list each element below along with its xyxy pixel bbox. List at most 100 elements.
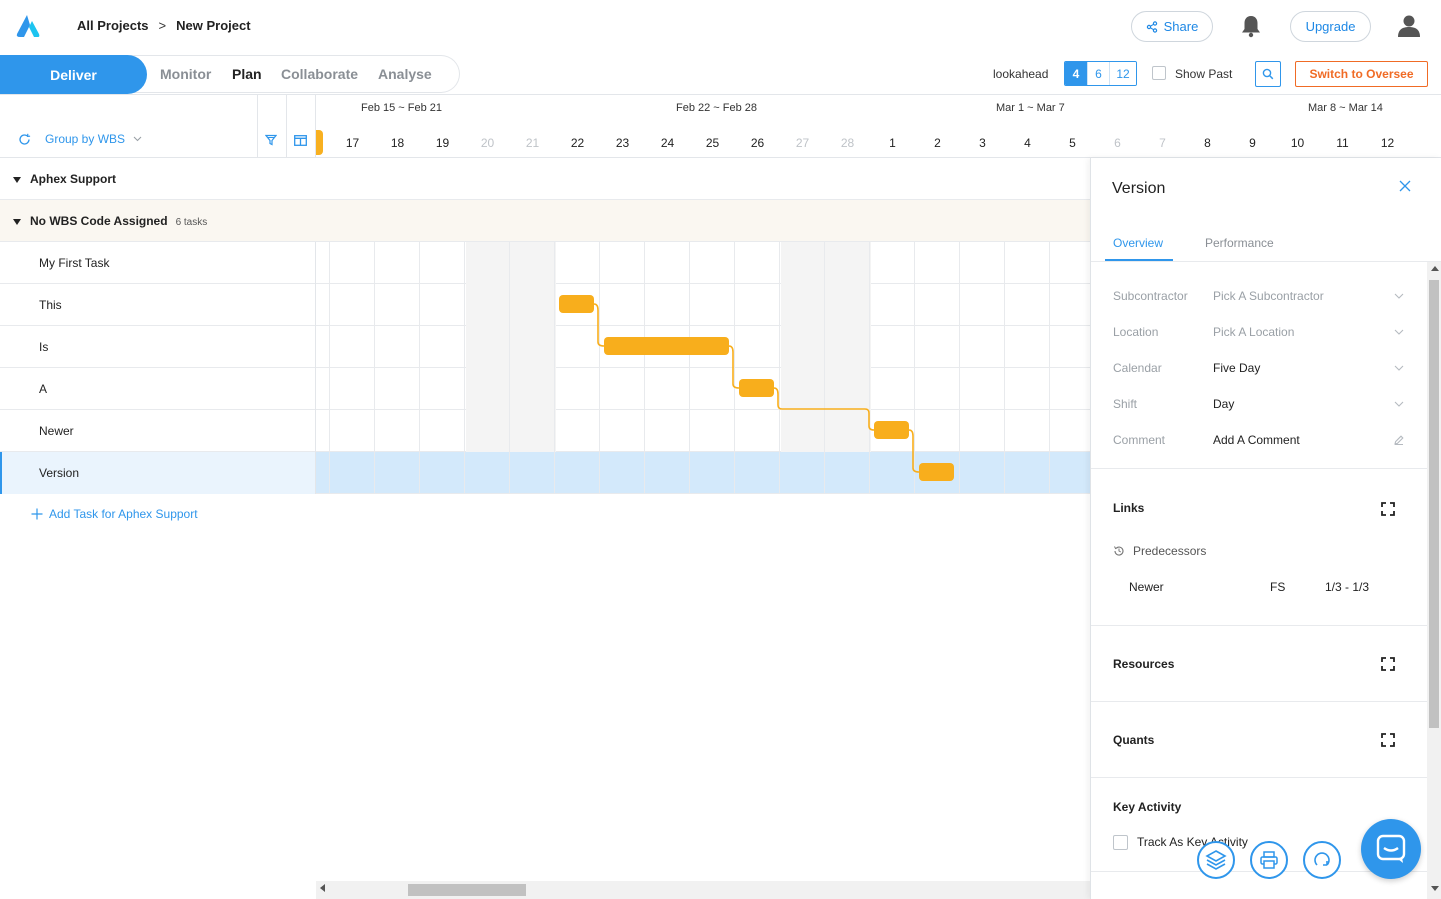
day-label: 4 xyxy=(1024,136,1031,150)
chevron-down-icon[interactable] xyxy=(1394,363,1404,373)
nav-deliver[interactable]: Deliver xyxy=(0,55,147,94)
layers-button[interactable] xyxy=(1197,841,1235,879)
notification-bell-icon[interactable] xyxy=(1240,14,1262,38)
share-label: Share xyxy=(1163,19,1199,34)
upgrade-button[interactable]: Upgrade xyxy=(1290,11,1371,42)
project-group-row[interactable]: Aphex Support xyxy=(0,158,1090,200)
task-detail-panel: Version Overview Performance Subcontract… xyxy=(1090,158,1441,899)
track-key-activity-label[interactable]: Track As Key Activity xyxy=(1137,835,1248,849)
tabs-divider xyxy=(1091,261,1441,262)
nav-plan[interactable]: Plan xyxy=(232,66,262,82)
selected-task-label[interactable]: Version xyxy=(39,466,79,480)
dependency-link xyxy=(908,429,920,473)
field-value[interactable]: Add A Comment xyxy=(1213,433,1300,447)
nav-monitor[interactable]: Monitor xyxy=(160,66,211,82)
show-past-label[interactable]: Show Past xyxy=(1175,67,1232,81)
panel-title: Version xyxy=(1112,180,1166,197)
task-name: Newer xyxy=(39,424,74,438)
breadcrumb: All Projects > New Project xyxy=(77,18,251,33)
lookahead-label: lookahead xyxy=(993,67,1049,81)
dependency-links xyxy=(593,303,920,473)
predecessor-type[interactable]: FS xyxy=(1270,580,1285,594)
quants-title: Quants xyxy=(1113,733,1155,747)
expand-icon[interactable] xyxy=(1381,502,1395,516)
links-title: Links xyxy=(1113,501,1145,515)
day-label: 25 xyxy=(705,136,720,150)
task-name: This xyxy=(39,298,62,312)
resources-title: Resources xyxy=(1113,657,1175,671)
nav-analyse[interactable]: Analyse xyxy=(378,66,432,82)
project-name: Aphex Support xyxy=(30,172,116,186)
section-divider xyxy=(1091,468,1427,469)
section-divider xyxy=(1091,625,1427,626)
chevron-down-icon[interactable] xyxy=(1394,399,1404,409)
predecessor-task[interactable]: Newer xyxy=(1129,580,1164,594)
day-label: 21 xyxy=(525,136,540,150)
show-past-checkbox[interactable] xyxy=(1152,66,1166,80)
field-label: Comment xyxy=(1113,433,1166,447)
close-icon[interactable] xyxy=(1399,180,1411,192)
print-button[interactable] xyxy=(1250,841,1288,879)
day-label: 9 xyxy=(1249,136,1256,150)
field-value[interactable]: Day xyxy=(1213,397,1234,411)
columns-icon[interactable] xyxy=(294,135,307,146)
add-task-button[interactable]: Add Task for Aphex Support xyxy=(31,507,198,521)
lookahead-option-4[interactable]: 4 xyxy=(1065,62,1087,85)
task-name: Is xyxy=(39,340,49,354)
filter-icon[interactable] xyxy=(265,134,277,146)
upgrade-label: Upgrade xyxy=(1305,19,1356,34)
pencil-icon[interactable] xyxy=(1394,435,1404,445)
scroll-up-arrow-icon[interactable] xyxy=(1431,266,1439,271)
share-icon xyxy=(1146,20,1157,33)
vertical-scrollbar-thumb[interactable] xyxy=(1429,280,1439,728)
week-label: Feb 15 ~ Feb 21 xyxy=(361,102,443,114)
day-label: 8 xyxy=(1204,136,1211,150)
printer-icon xyxy=(1260,851,1278,869)
day-label: 22 xyxy=(570,136,585,150)
day-label: 7 xyxy=(1159,136,1166,150)
field-label: Shift xyxy=(1113,397,1138,411)
tab-overview[interactable]: Overview xyxy=(1113,236,1163,250)
user-avatar-icon[interactable] xyxy=(1397,14,1421,38)
plus-icon xyxy=(31,508,43,520)
switch-to-oversee-label: Switch to Oversee xyxy=(1309,67,1414,81)
wbs-group-label: No WBS Code Assigned 6 tasks xyxy=(13,214,207,228)
day-label: 6 xyxy=(1114,136,1121,150)
collapse-triangle-icon[interactable] xyxy=(13,218,21,225)
breadcrumb-project[interactable]: New Project xyxy=(176,18,250,33)
scroll-left-arrow-icon[interactable] xyxy=(320,884,325,892)
app-logo-icon[interactable] xyxy=(14,14,40,38)
switch-to-oversee-button[interactable]: Switch to Oversee xyxy=(1295,61,1428,87)
breadcrumb-separator: > xyxy=(158,18,167,33)
chat-button[interactable] xyxy=(1361,819,1421,879)
field-value[interactable]: Pick A Subcontractor xyxy=(1213,289,1324,303)
nav-collaborate[interactable]: Collaborate xyxy=(281,66,358,82)
horizontal-scrollbar-thumb[interactable] xyxy=(408,884,526,896)
task-name: My First Task xyxy=(39,256,110,270)
lookahead-option-6[interactable]: 6 xyxy=(1087,62,1109,85)
search-button[interactable] xyxy=(1255,61,1281,87)
share-button[interactable]: Share xyxy=(1131,11,1213,42)
day-label: 24 xyxy=(660,136,675,150)
expand-icon[interactable] xyxy=(1381,733,1395,747)
chevron-down-icon[interactable] xyxy=(1394,291,1404,301)
refresh-button[interactable] xyxy=(1303,841,1341,879)
tab-performance[interactable]: Performance xyxy=(1205,236,1274,250)
group-by-selector[interactable]: Group by WBS xyxy=(18,132,142,146)
expand-icon[interactable] xyxy=(1381,657,1395,671)
week-label: Feb 22 ~ Feb 28 xyxy=(676,102,758,114)
wbs-group-row[interactable]: No WBS Code Assigned 6 tasks xyxy=(0,200,1090,242)
scroll-down-arrow-icon[interactable] xyxy=(1431,886,1439,891)
chevron-down-icon[interactable] xyxy=(1394,327,1404,337)
track-key-activity-checkbox[interactable] xyxy=(1113,835,1128,850)
dependency-link xyxy=(728,345,740,389)
group-by-label: Group by WBS xyxy=(45,132,126,146)
collapse-triangle-icon[interactable] xyxy=(13,176,21,183)
lookahead-option-12[interactable]: 12 xyxy=(1109,62,1136,85)
field-value[interactable]: Pick A Location xyxy=(1213,325,1294,339)
search-icon xyxy=(1262,68,1274,80)
field-label: Calendar xyxy=(1113,361,1162,375)
refresh-icon[interactable] xyxy=(18,133,31,146)
breadcrumb-all-projects[interactable]: All Projects xyxy=(77,18,149,33)
field-value[interactable]: Five Day xyxy=(1213,361,1260,375)
